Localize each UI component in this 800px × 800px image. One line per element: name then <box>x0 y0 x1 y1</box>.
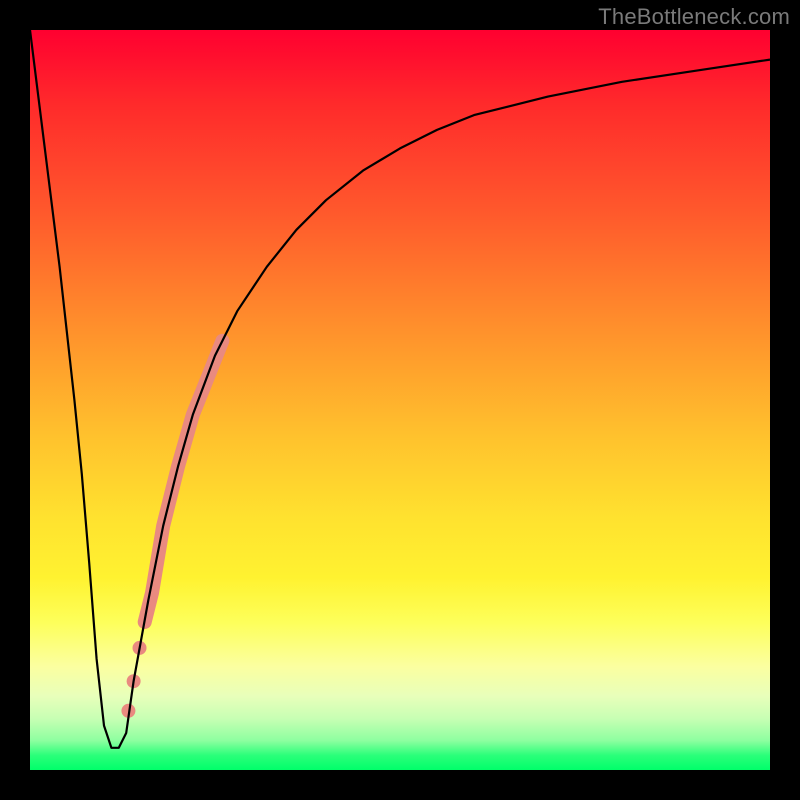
bottleneck-chart: TheBottleneck.com <box>0 0 800 800</box>
chart-svg <box>30 30 770 770</box>
plot-area <box>30 30 770 770</box>
watermark-text: TheBottleneck.com <box>598 4 790 30</box>
curve-bottleneck-curve <box>30 30 770 748</box>
highlight-segment <box>145 341 223 622</box>
